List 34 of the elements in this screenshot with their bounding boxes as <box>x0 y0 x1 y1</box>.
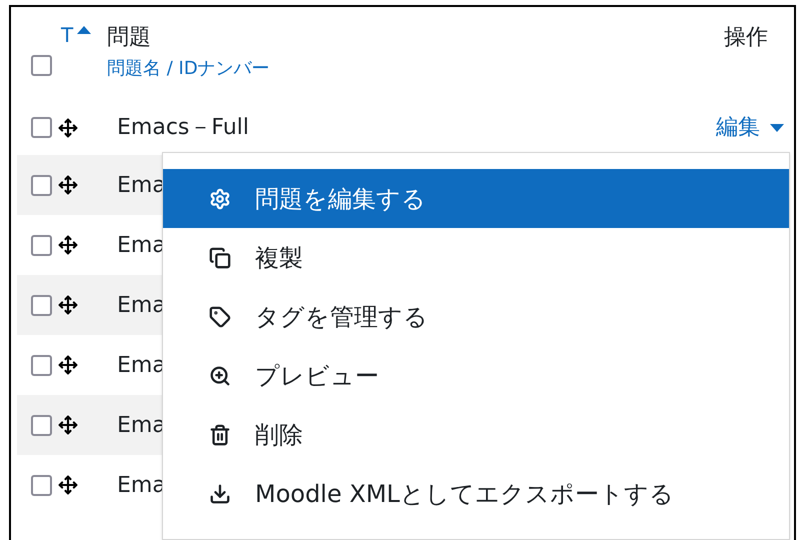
download-icon <box>209 482 231 504</box>
copy-icon <box>209 246 231 268</box>
checkbox[interactable] <box>31 55 52 76</box>
move-icon[interactable] <box>58 355 78 375</box>
zoom-in-icon <box>209 364 231 386</box>
move-icon[interactable] <box>58 475 78 495</box>
menu-item[interactable]: Moodle XMLとしてエクスポートする <box>163 464 789 523</box>
move-icon[interactable] <box>58 118 78 138</box>
checkbox[interactable] <box>31 117 52 138</box>
trash-icon <box>209 424 231 446</box>
move-icon[interactable] <box>58 175 78 195</box>
caret-icon <box>770 124 784 132</box>
edit-menu-button[interactable]: 編集 <box>716 111 788 144</box>
checkbox[interactable] <box>31 474 52 496</box>
sort-link[interactable]: 問題名 / IDナンバー <box>107 58 270 80</box>
checkbox[interactable] <box>31 354 52 376</box>
menu-item[interactable]: タグを管理する <box>163 287 789 346</box>
menu-item[interactable]: 問題を編集する <box>163 169 789 228</box>
checkbox[interactable] <box>31 294 52 316</box>
move-icon[interactable] <box>58 415 78 435</box>
menu-item[interactable]: 複製 <box>163 228 789 287</box>
checkbox[interactable] <box>31 174 52 196</box>
checkbox[interactable] <box>31 234 52 256</box>
menu-item[interactable]: 削除 <box>163 405 789 464</box>
question-name: Emacs－Full <box>117 115 249 140</box>
tag-icon <box>209 306 231 328</box>
move-icon[interactable] <box>58 295 78 315</box>
menu-item[interactable]: プレビュー <box>163 346 789 405</box>
type-column-header[interactable]: T <box>61 25 74 45</box>
checkbox[interactable] <box>31 414 52 436</box>
settings-icon <box>209 188 231 210</box>
actions-column-header: 操作 <box>724 25 768 50</box>
move-icon[interactable] <box>58 235 78 255</box>
question-column-header: 問題 <box>107 24 152 52</box>
